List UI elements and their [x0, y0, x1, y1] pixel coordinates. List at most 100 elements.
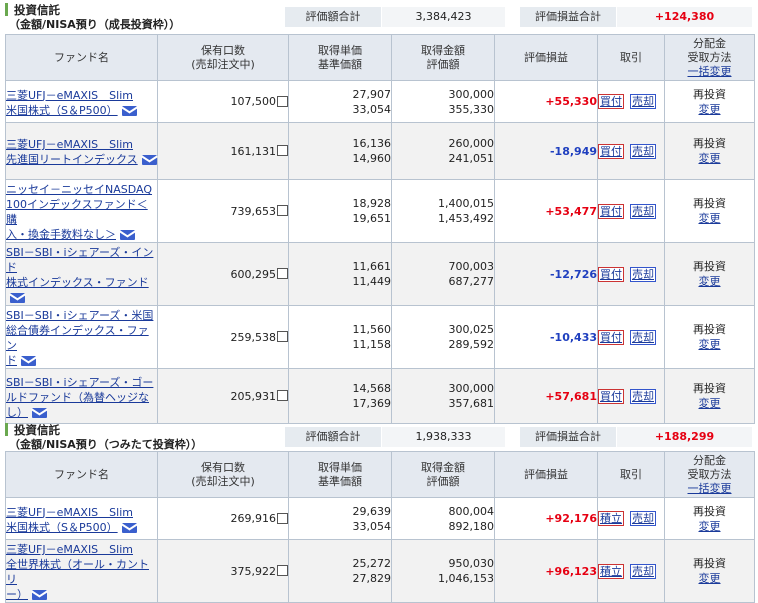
cost-price: 14,568 — [352, 382, 392, 395]
sell-button[interactable]: 売却 — [630, 143, 656, 159]
fund-name-link[interactable]: SBI－SBI・iシェアーズ・インド — [6, 246, 153, 274]
fund-name-link[interactable]: 先進国リートインデックス — [6, 153, 138, 166]
quantity-value: 259,538 — [230, 330, 277, 344]
change-link[interactable]: 変更 — [699, 152, 721, 165]
cost-amount: 260,000 — [448, 137, 495, 150]
change-link[interactable]: 変更 — [699, 572, 721, 585]
buy-button[interactable]: 積立 — [598, 511, 624, 526]
fund-name-link[interactable]: 三菱UFJ－eMAXIS Slim — [6, 89, 133, 102]
distribution-cell: 再投資 変更 — [664, 80, 755, 123]
section-subtitle: （金額/NISA預り（成長投資枠）） — [9, 18, 181, 31]
quantity-value: 205,931 — [230, 389, 277, 403]
change-link[interactable]: 変更 — [699, 397, 721, 410]
trade-cell: 買付 売却 — [597, 305, 665, 369]
mail-icon[interactable] — [10, 293, 25, 303]
cost-price: 16,136 — [352, 137, 392, 150]
trade-cell: 買付 売却 — [597, 80, 665, 123]
buy-button[interactable]: 買付 — [598, 94, 624, 109]
fund-name-link[interactable]: ニッセイ－ニッセイNASDAQ — [6, 183, 152, 196]
pnl-value: -18,949 — [549, 144, 597, 158]
distribution-method: 再投資 — [693, 504, 726, 518]
change-link[interactable]: 変更 — [699, 212, 721, 225]
sell-button[interactable]: 売却 — [630, 203, 656, 219]
pnl-total-label: 評価損益合計 — [520, 7, 616, 27]
sell-button[interactable]: 売却 — [630, 388, 656, 404]
checkbox-icon — [277, 95, 288, 107]
pnl-value: +96,123 — [545, 564, 597, 578]
fund-name-link[interactable]: SBI－SBI・iシェアーズ・ゴー — [6, 376, 153, 389]
mail-icon[interactable] — [141, 155, 157, 165]
pnl-value: -12,726 — [549, 267, 597, 281]
mail-icon[interactable] — [121, 105, 137, 116]
quantity-cell: 739,653 — [157, 179, 289, 243]
fund-name-link[interactable]: ド — [6, 354, 17, 367]
fund-name-link[interactable]: ー） — [6, 588, 28, 601]
nav-price: 19,651 — [352, 212, 392, 225]
cost-amount: 1,400,015 — [438, 197, 494, 210]
fund-name-link[interactable]: 株式インデックス・ファンド — [6, 276, 149, 289]
table-row: 三菱UFJ－eMAXIS Slim 先進国リートインデックス 161,131 16,1… — [5, 122, 755, 180]
mail-icon[interactable] — [32, 407, 47, 418]
pnl-total-value: +124,380 — [617, 7, 752, 27]
unit-price-cell: 25,272 27,829 — [288, 539, 392, 603]
fund-name-link[interactable]: 三菱UFJ－eMAXIS Slim — [6, 138, 133, 151]
fund-name-link[interactable]: 三菱UFJ－eMAXIS Slim — [6, 543, 133, 556]
fund-name-link[interactable]: 100インデックスファンド＜購 — [6, 198, 148, 226]
table-header-row: ファンド名 保有口数 (売却注文中) 取得単価 基準価額 取得金額 評価額 評価損益 … — [5, 34, 755, 81]
holdings-table: ファンド名 保有口数 (売却注文中) 取得単価 基準価額 取得金額 評価額 評価損益 … — [5, 451, 755, 603]
change-link[interactable]: 変更 — [699, 520, 721, 533]
buy-button[interactable]: 買付 — [598, 266, 624, 282]
change-link[interactable]: 変更 — [699, 103, 721, 116]
buy-button[interactable]: 買付 — [598, 143, 624, 159]
fund-name-link[interactable]: 三菱UFJ－eMAXIS Slim — [6, 506, 133, 519]
distribution-cell: 再投資 変更 — [664, 368, 755, 424]
table-header-row: ファンド名 保有口数 (売却注文中) 取得単価 基準価額 取得金額 評価額 評価損益 … — [5, 451, 755, 498]
table-row: 三菱UFJ－eMAXIS Slim 全世界株式（オール・カントリ ー） 375,922… — [5, 539, 755, 603]
col-trade: 取引 — [597, 34, 665, 81]
distribution-cell: 再投資 変更 — [664, 497, 755, 540]
sell-button[interactable]: 売却 — [630, 94, 656, 109]
fund-name-link[interactable]: 米国株式（S＆P500） — [6, 104, 118, 117]
change-link[interactable]: 変更 — [699, 338, 721, 351]
pnl-cell: +96,123 — [494, 539, 598, 603]
sell-button[interactable]: 売却 — [630, 329, 656, 345]
pnl-value: +92,176 — [545, 512, 597, 525]
mail-icon[interactable] — [121, 522, 137, 533]
mail-icon[interactable] — [32, 590, 47, 600]
mail-icon[interactable] — [21, 356, 36, 366]
fund-name-link[interactable]: SBI－SBI・iシェアーズ・米国 — [6, 309, 153, 322]
mail-icon[interactable] — [120, 230, 135, 240]
quantity-cell: 205,931 — [157, 368, 289, 424]
quantity-value: 600,295 — [230, 267, 277, 281]
fund-cell: SBI－SBI・iシェアーズ・インド株式インデックス・ファンド — [5, 242, 158, 306]
fund-name-link[interactable]: 米国株式（S＆P500） — [6, 521, 118, 534]
unit-price-cell: 16,136 14,960 — [288, 122, 392, 180]
sell-button[interactable]: 売却 — [630, 511, 656, 526]
unit-price-cell: 11,560 11,158 — [288, 305, 392, 369]
table-row: SBI－SBI・iシェアーズ・インド 株式インデックス・ファンド 600,295 11… — [5, 242, 755, 306]
fund-name-link[interactable]: ルドファンド（為替ヘッジなし） — [6, 391, 149, 419]
sell-button[interactable]: 売却 — [630, 266, 656, 282]
cost-amount: 300,000 — [448, 87, 495, 101]
quantity-cell: 269,916 — [157, 497, 289, 540]
cost-price: 25,272 — [352, 557, 392, 570]
buy-button[interactable]: 積立 — [598, 563, 624, 579]
sell-button[interactable]: 売却 — [630, 563, 656, 579]
buy-button[interactable]: 買付 — [598, 203, 624, 219]
fund-name-link[interactable]: 全世界株式（オール・カントリ — [6, 558, 149, 586]
fund-cell: 三菱UFJ－eMAXIS Slim 米国株式（S＆P500） — [5, 497, 158, 540]
change-link[interactable]: 変更 — [699, 275, 721, 288]
buy-button[interactable]: 買付 — [598, 388, 624, 404]
bulk-change-link[interactable]: 一括変更 — [688, 482, 732, 495]
amount-cell: 950,030 1,046,153 — [391, 539, 495, 603]
holdings-table: ファンド名 保有口数 (売却注文中) 取得単価 基準価額 取得金額 評価額 評価損益 … — [5, 34, 755, 424]
valuation-total-value: 3,384,423 — [382, 7, 505, 27]
fund-name-link[interactable]: 入・換金手数料なし＞ — [6, 228, 116, 241]
bulk-change-link[interactable]: 一括変更 — [688, 65, 732, 78]
cost-price: 18,928 — [352, 197, 392, 210]
buy-button[interactable]: 買付 — [598, 329, 624, 345]
section-tsumitate: 投資信託 （金額/NISA預り（つみたて投資枠）） 評価額合計 1,938,33… — [0, 420, 758, 603]
fund-name-link[interactable]: 総合債券インデックス・ファン — [6, 324, 149, 352]
fund-cell: SBI－SBI・iシェアーズ・ゴールドファンド（為替ヘッジなし） — [5, 368, 158, 424]
unit-price-cell: 18,928 19,651 — [288, 179, 392, 243]
